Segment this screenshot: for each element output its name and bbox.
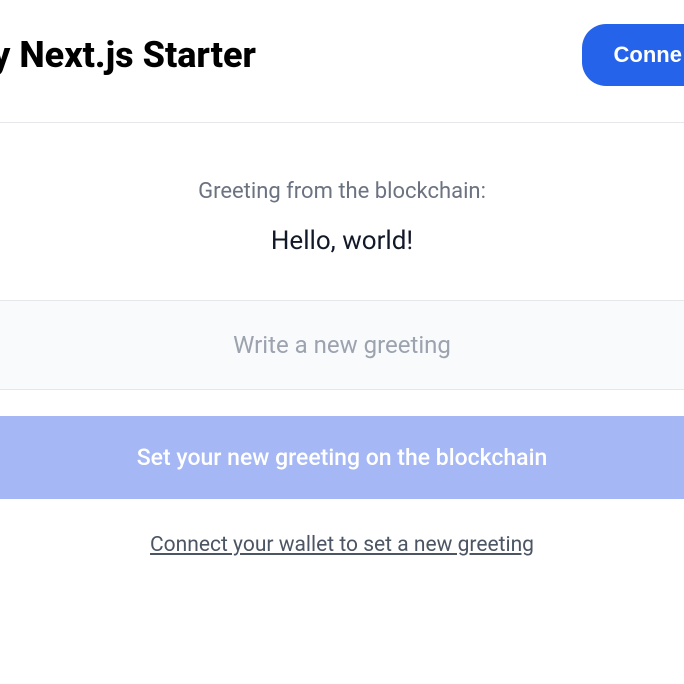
greeting-value: Hello, world! bbox=[0, 226, 684, 256]
greeting-label: Greeting from the blockchain: bbox=[0, 179, 684, 204]
connect-link-wrapper: Connect your wallet to set a new greetin… bbox=[0, 533, 684, 557]
header: idity Next.js Starter Conne bbox=[0, 0, 684, 123]
greeting-section: Greeting from the blockchain: Hello, wor… bbox=[0, 123, 684, 300]
connect-wallet-button[interactable]: Conne bbox=[582, 24, 684, 86]
greeting-input-wrapper bbox=[0, 300, 684, 390]
greeting-input[interactable] bbox=[0, 301, 684, 389]
connect-wallet-link[interactable]: Connect your wallet to set a new greetin… bbox=[150, 533, 534, 557]
set-greeting-button[interactable]: Set your new greeting on the blockchain bbox=[0, 416, 684, 499]
page-title: idity Next.js Starter bbox=[0, 34, 256, 76]
